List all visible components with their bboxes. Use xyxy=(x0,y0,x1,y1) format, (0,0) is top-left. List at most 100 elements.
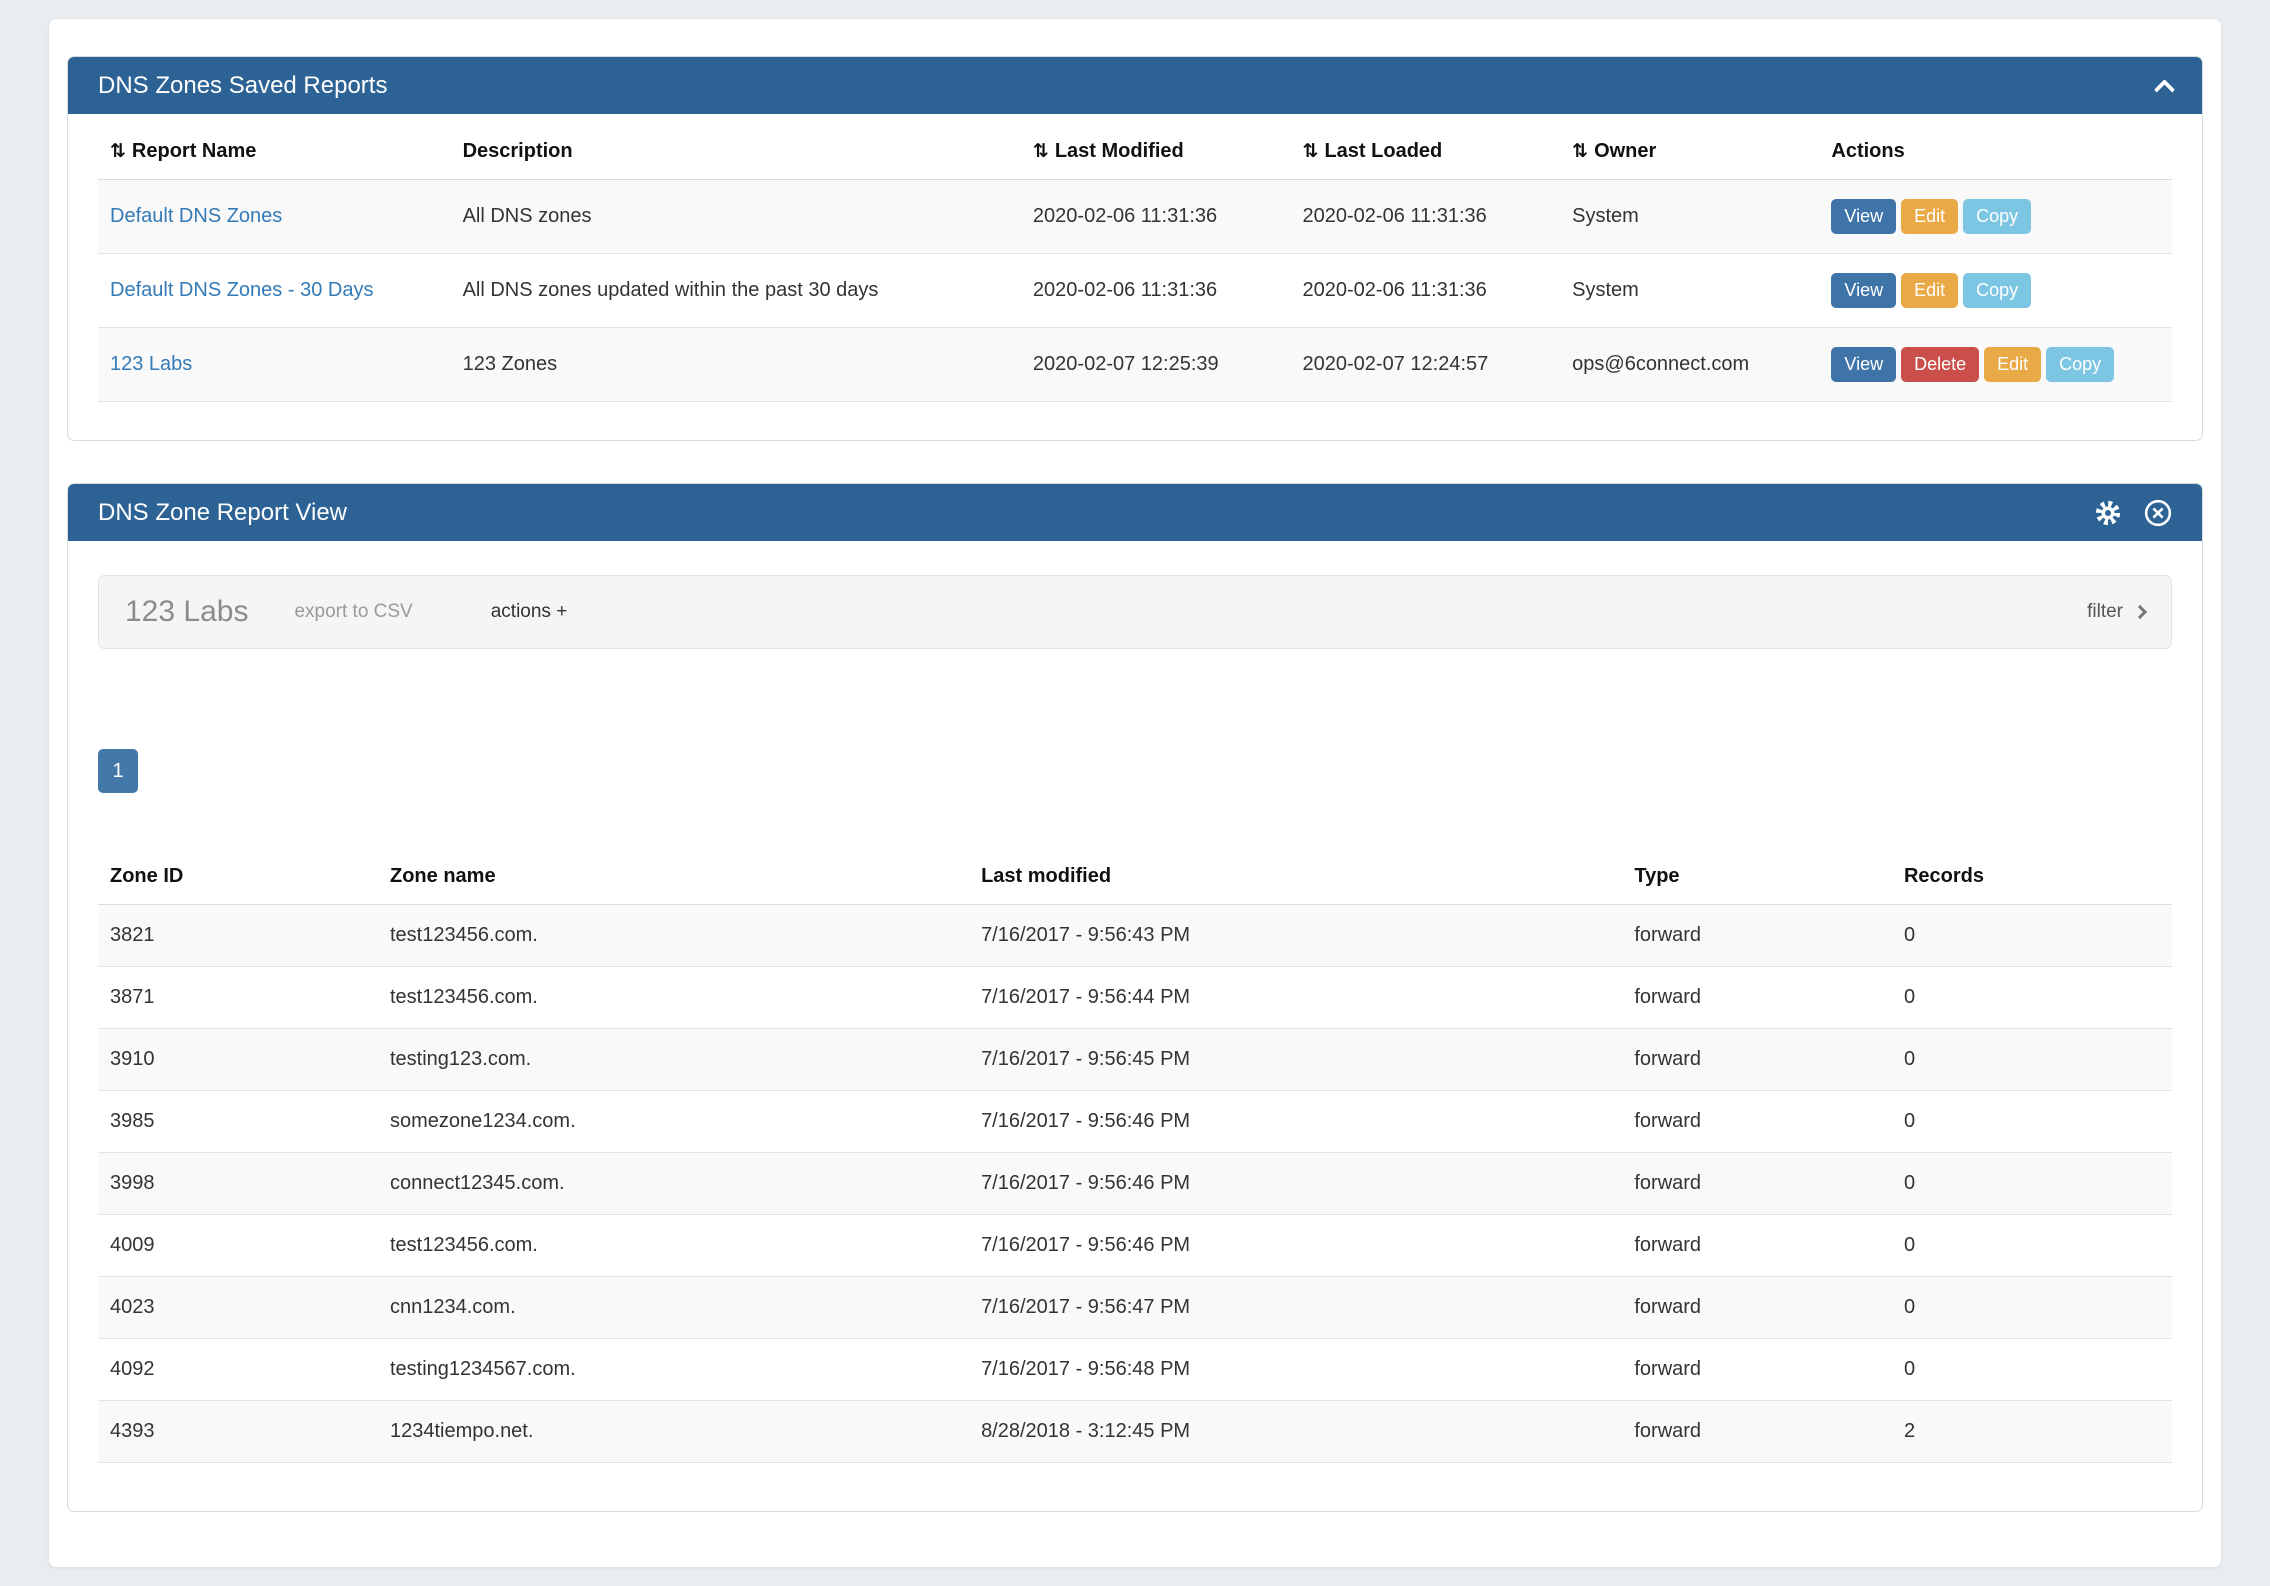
zone-type: forward xyxy=(1622,967,1892,1029)
report-name-cell: Default DNS Zones xyxy=(98,180,451,254)
saved-reports-tbody: Default DNS ZonesAll DNS zones2020-02-06… xyxy=(98,180,2172,402)
zone-last-modified: 7/16/2017 - 9:56:46 PM xyxy=(969,1153,1622,1215)
zone-name: cnn1234.com. xyxy=(378,1277,969,1339)
zone-last-modified: 7/16/2017 - 9:56:48 PM xyxy=(969,1339,1622,1401)
copy-report-button[interactable]: Copy xyxy=(1963,273,2031,308)
zone-name: testing1234567.com. xyxy=(378,1339,969,1401)
zones-table: Zone IDZone nameLast modifiedTypeRecords… xyxy=(98,845,2172,1463)
report-owner: ops@6connect.com xyxy=(1560,328,1819,402)
zone-last-modified: 7/16/2017 - 9:56:46 PM xyxy=(969,1091,1622,1153)
zone-name: test123456.com. xyxy=(378,1215,969,1277)
zone-type: forward xyxy=(1622,1339,1892,1401)
sort-icon: ⇅ xyxy=(1303,141,1319,162)
zone-name: testing123.com. xyxy=(378,1029,969,1091)
zone-name: test123456.com. xyxy=(378,905,969,967)
view-report-button[interactable]: View xyxy=(1831,273,1896,308)
copy-report-button[interactable]: Copy xyxy=(2046,347,2114,382)
zone-type: forward xyxy=(1622,1153,1892,1215)
view-report-button[interactable]: View xyxy=(1831,199,1896,234)
zone-records: 0 xyxy=(1892,1215,2172,1277)
zone-type: forward xyxy=(1622,1215,1892,1277)
settings-gear-icon[interactable] xyxy=(2094,499,2122,527)
zone-row: 3998connect12345.com.7/16/2017 - 9:56:46… xyxy=(98,1153,2172,1215)
page: DNS Zones Saved Reports ⇅Report NameDesc… xyxy=(48,18,2222,1568)
column-header-description: Description xyxy=(451,120,1021,180)
zone-type: forward xyxy=(1622,1277,1892,1339)
zone-records: 0 xyxy=(1892,905,2172,967)
view-report-button[interactable]: View xyxy=(1831,347,1896,382)
zone-row: 4092testing1234567.com.7/16/2017 - 9:56:… xyxy=(98,1339,2172,1401)
report-view-header: DNS Zone Report View xyxy=(68,484,2202,541)
column-header-last-loaded[interactable]: ⇅Last Loaded xyxy=(1291,120,1561,180)
zone-row: 3910testing123.com.7/16/2017 - 9:56:45 P… xyxy=(98,1029,2172,1091)
report-name-link[interactable]: 123 Labs xyxy=(110,353,192,375)
saved-report-row: Default DNS Zones - 30 Days All DNS zones… xyxy=(98,254,2172,328)
report-description: All DNS zones xyxy=(451,180,1021,254)
column-header-last-modified: Last modified xyxy=(969,845,1622,905)
filter-label: filter xyxy=(2087,601,2123,623)
zone-type: forward xyxy=(1622,1029,1892,1091)
delete-report-button[interactable]: Delete xyxy=(1901,347,1979,382)
report-actions: ViewEditCopy xyxy=(1819,180,2172,254)
actions-menu[interactable]: actions + xyxy=(491,601,568,623)
report-last-modified: 2020-02-07 12:25:39 xyxy=(1021,328,1291,402)
zone-row: 3871test123456.com.7/16/2017 - 9:56:44 P… xyxy=(98,967,2172,1029)
report-name-cell: 123 Labs xyxy=(98,328,451,402)
zone-row: 4023cnn1234.com.7/16/2017 - 9:56:47 PMfo… xyxy=(98,1277,2172,1339)
export-csv-link[interactable]: export to CSV xyxy=(294,601,412,623)
pagination-page-button[interactable]: 1 xyxy=(98,749,138,793)
report-actions: ViewEditCopy xyxy=(1819,254,2172,328)
zone-records: 0 xyxy=(1892,1091,2172,1153)
zone-id: 3910 xyxy=(98,1029,378,1091)
saved-report-row: 123 Labs123 Zones2020-02-07 12:25:392020… xyxy=(98,328,2172,402)
report-description: All DNS zones updated within the past 30… xyxy=(451,254,1021,328)
zone-name: connect12345.com. xyxy=(378,1153,969,1215)
copy-report-button[interactable]: Copy xyxy=(1963,199,2031,234)
edit-report-button[interactable]: Edit xyxy=(1901,273,1958,308)
column-header-actions: Actions xyxy=(1819,120,2172,180)
zone-id: 3821 xyxy=(98,905,378,967)
report-last-loaded: 2020-02-06 11:31:36 xyxy=(1291,254,1561,328)
saved-reports-table: ⇅Report NameDescription⇅Last Modified⇅La… xyxy=(98,120,2172,402)
report-name-link[interactable]: Default DNS Zones - 30 Days xyxy=(110,279,373,301)
zone-row: 3985somezone1234.com.7/16/2017 - 9:56:46… xyxy=(98,1091,2172,1153)
report-name-cell: Default DNS Zones - 30 Days xyxy=(98,254,451,328)
sort-icon: ⇅ xyxy=(1572,141,1588,162)
zone-id: 4092 xyxy=(98,1339,378,1401)
zone-id: 4009 xyxy=(98,1215,378,1277)
pagination: 1 xyxy=(98,749,2172,793)
report-description: 123 Zones xyxy=(451,328,1021,402)
column-header-report-name[interactable]: ⇅Report Name xyxy=(98,120,451,180)
column-header-type: Type xyxy=(1622,845,1892,905)
column-header-last-modified[interactable]: ⇅Last Modified xyxy=(1021,120,1291,180)
saved-reports-panel: DNS Zones Saved Reports ⇅Report NameDesc… xyxy=(67,56,2203,441)
chevron-right-icon xyxy=(2133,605,2147,619)
edit-report-button[interactable]: Edit xyxy=(1984,347,2041,382)
column-header-zone-id: Zone ID xyxy=(98,845,378,905)
zone-last-modified: 7/16/2017 - 9:56:46 PM xyxy=(969,1215,1622,1277)
saved-reports-title: DNS Zones Saved Reports xyxy=(98,72,387,100)
close-icon[interactable] xyxy=(2144,499,2172,527)
edit-report-button[interactable]: Edit xyxy=(1901,199,1958,234)
zone-type: forward xyxy=(1622,1401,1892,1463)
chevron-up-collapse-icon[interactable] xyxy=(2154,79,2175,100)
zone-name: somezone1234.com. xyxy=(378,1091,969,1153)
header-icons xyxy=(2094,499,2172,527)
filter-toggle[interactable]: filter xyxy=(2087,601,2145,623)
sort-icon: ⇅ xyxy=(1033,141,1049,162)
zone-type: forward xyxy=(1622,905,1892,967)
saved-reports-body: ⇅Report NameDescription⇅Last Modified⇅La… xyxy=(68,114,2202,440)
zone-last-modified: 7/16/2017 - 9:56:44 PM xyxy=(969,967,1622,1029)
report-last-loaded: 2020-02-06 11:31:36 xyxy=(1291,180,1561,254)
saved-report-row: Default DNS ZonesAll DNS zones2020-02-06… xyxy=(98,180,2172,254)
report-last-modified: 2020-02-06 11:31:36 xyxy=(1021,180,1291,254)
zone-records: 0 xyxy=(1892,967,2172,1029)
zone-records: 0 xyxy=(1892,1277,2172,1339)
report-last-modified: 2020-02-06 11:31:36 xyxy=(1021,254,1291,328)
report-name-link[interactable]: Default DNS Zones xyxy=(110,205,282,227)
saved-reports-header: DNS Zones Saved Reports xyxy=(68,57,2202,114)
zone-name: test123456.com. xyxy=(378,967,969,1029)
column-header-owner[interactable]: ⇅Owner xyxy=(1560,120,1819,180)
zone-id: 4023 xyxy=(98,1277,378,1339)
report-view-panel: DNS Zone Report View xyxy=(67,483,2203,1512)
